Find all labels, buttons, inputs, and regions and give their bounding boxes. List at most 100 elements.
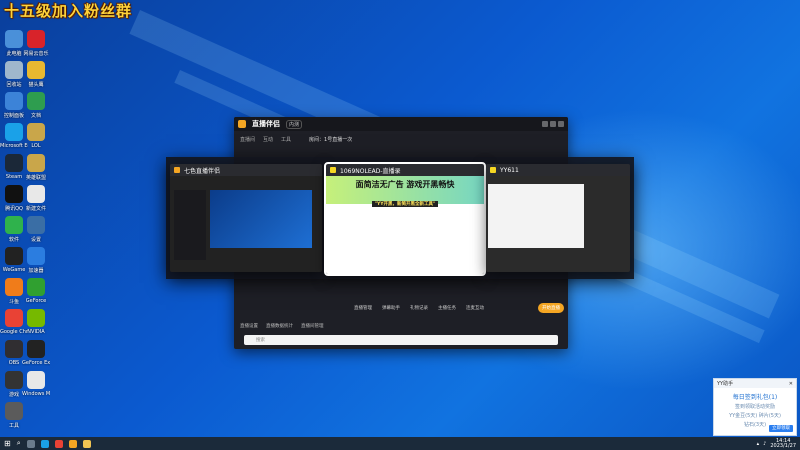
computer-icon xyxy=(5,30,23,48)
switcher-thumbnail-browser[interactable]: 1069NOLEAD-直播录 面简洁无广告 游戏开黑畅快 "YY开黑，新简开黑全… xyxy=(324,162,486,276)
document-icon xyxy=(27,92,45,110)
thumb-preview xyxy=(210,190,312,248)
desktop-shortcut[interactable]: GeForce Experience xyxy=(22,340,50,366)
toolbar-item[interactable]: 工具 xyxy=(281,136,291,143)
thumb-app-icon xyxy=(330,167,336,173)
desktop-shortcut-label: 工具 xyxy=(8,423,19,429)
desktop-shortcut-label: Windows Media xyxy=(22,391,50,397)
desktop-shortcut[interactable]: 设置 xyxy=(22,216,50,243)
thumb-title: 七色直播伴侣 xyxy=(184,167,221,175)
app-logo-icon xyxy=(238,120,246,128)
chrome-taskbar-icon[interactable] xyxy=(54,439,63,448)
start-live-button[interactable]: 开始直播 xyxy=(538,303,564,313)
close-icon[interactable] xyxy=(558,121,564,127)
nvidia-icon xyxy=(27,309,45,327)
desktop-shortcut[interactable]: 工具 xyxy=(0,402,28,429)
accelerator-icon xyxy=(27,247,45,265)
notification-title: 每日签到礼包(1) xyxy=(732,394,778,401)
desktop-shortcut[interactable]: 新建文件 xyxy=(22,185,50,212)
geforce-icon xyxy=(27,278,45,296)
tool-button[interactable]: 弹幕助手 xyxy=(382,305,400,311)
desktop-shortcut-label: 网易云音乐 xyxy=(23,51,49,57)
media-icon xyxy=(27,371,45,389)
footer-item[interactable]: 直播间管理 xyxy=(301,323,324,329)
switcher-thumbnail-live-companion[interactable]: 七色直播伴侣 xyxy=(170,164,322,272)
edge-icon xyxy=(5,123,23,141)
main-app-footer: 直播设置 直播数据统计 直播间管理 xyxy=(234,321,568,331)
obs-icon xyxy=(5,340,23,358)
desktop-shortcut[interactable]: 加速器 xyxy=(22,247,50,274)
notification-line: YY金豆(5天) 碎片(5天) xyxy=(729,413,781,419)
file-icon xyxy=(27,185,45,203)
notification-toast[interactable]: YY助手 ✕ 每日签到礼包(1) 签到领取活动奖励 YY金豆(5天) 碎片(5天… xyxy=(713,378,797,436)
switcher-thumbnail-yy[interactable]: YY611 xyxy=(486,164,630,272)
notification-line: 签到领取活动奖励 xyxy=(734,404,775,410)
tool-button[interactable]: 直播管理 xyxy=(354,305,372,311)
footer-item[interactable]: 直播数据统计 xyxy=(266,323,293,329)
desktop-shortcut-label: NVIDIA xyxy=(27,329,45,335)
windows-start-icon[interactable]: ⊞ xyxy=(4,439,11,448)
lol-icon xyxy=(27,123,45,141)
toolbar-item[interactable]: 互动 xyxy=(263,136,273,143)
desktop-shortcut-label: GeForce Experience xyxy=(22,360,50,366)
minimize-icon[interactable] xyxy=(542,121,548,127)
close-icon[interactable]: ✕ xyxy=(789,381,793,387)
recycle-bin-icon xyxy=(5,61,23,79)
desktop-shortcut[interactable]: 网易云音乐 xyxy=(22,30,50,57)
app-badge: 内测 xyxy=(286,119,303,129)
owl-icon xyxy=(27,61,45,79)
toolbar-item[interactable]: 直播间 xyxy=(240,136,255,143)
search-placeholder: 搜索 xyxy=(256,338,265,343)
main-app-bottom-toolbar: 直播管理 弹幕助手 礼物记录 主播任务 连麦互动 开始直播 xyxy=(354,297,564,319)
edge-taskbar-icon[interactable] xyxy=(40,439,49,448)
app-icon xyxy=(5,216,23,234)
volume-icon[interactable]: ♪ xyxy=(763,441,766,447)
desktop-shortcut-label: 英雄联盟 xyxy=(25,175,46,181)
thumb-title: 1069NOLEAD-直播录 xyxy=(340,167,401,175)
desktop-shortcut-label: LOL xyxy=(31,143,41,149)
desktop-shortcut[interactable]: NVIDIA xyxy=(22,309,50,335)
tool-button[interactable]: 主播任务 xyxy=(438,305,456,311)
settings-icon xyxy=(27,216,45,234)
desktop-shortcut[interactable]: GeForce xyxy=(22,278,50,304)
thumb-title: YY611 xyxy=(500,166,519,174)
desktop-shortcut-label: GeForce xyxy=(25,298,47,304)
desktop-shortcut[interactable]: 文档 xyxy=(22,92,50,119)
search-bar[interactable]: 搜索 xyxy=(244,335,558,345)
ad-banner: 面简洁无广告 游戏开黑畅快 "YY开黑，新简开黑全新工具" xyxy=(326,176,484,207)
desktop-shortcut-label: 加速器 xyxy=(28,268,44,274)
claim-button[interactable]: 立即领取 xyxy=(769,425,793,432)
task-view-icon[interactable] xyxy=(26,439,35,448)
wegame-icon xyxy=(5,247,23,265)
tool-icon xyxy=(5,402,23,420)
chrome-icon xyxy=(5,309,23,327)
tool-button[interactable]: 连麦互动 xyxy=(466,305,484,311)
taskbar: ⊞ ⌕ ▴ ♪ 14:14 2023/1/27 xyxy=(0,437,800,450)
window-controls xyxy=(540,121,564,127)
thumb-sidebar xyxy=(174,190,206,260)
maximize-icon[interactable] xyxy=(550,121,556,127)
footer-item[interactable]: 直播设置 xyxy=(240,323,258,329)
app-title: 直播伴侣 xyxy=(252,120,280,128)
thumb-app-icon xyxy=(490,167,496,173)
desktop-shortcut[interactable]: 猫头鹰 xyxy=(22,61,50,88)
desktop-shortcut[interactable]: 英雄联盟 xyxy=(22,154,50,181)
clock[interactable]: 14:14 2023/1/27 xyxy=(770,438,796,449)
steam-icon xyxy=(5,154,23,172)
tool-button[interactable]: 礼物记录 xyxy=(410,305,428,311)
desktop-shortcut-label: 猫头鹰 xyxy=(28,82,44,88)
search-icon[interactable]: ⌕ xyxy=(17,439,21,448)
app-taskbar-icon[interactable] xyxy=(68,439,77,448)
desktop-shortcut[interactable]: LOL xyxy=(22,123,50,149)
league-icon xyxy=(27,154,45,172)
clock-date: 2023/1/27 xyxy=(770,442,796,449)
desktop-shortcut[interactable]: Windows Media xyxy=(22,371,50,397)
room-name: 房间：1号直播一次 xyxy=(309,136,353,143)
desktop-shortcut-label: 文档 xyxy=(30,113,41,119)
thumb-preview xyxy=(488,184,584,248)
folder-taskbar-icon[interactable] xyxy=(82,439,91,448)
system-tray: ▴ ♪ 14:14 2023/1/27 xyxy=(757,438,796,449)
control-panel-icon xyxy=(5,92,23,110)
network-icon[interactable]: ▴ xyxy=(757,441,760,447)
netease-music-icon xyxy=(27,30,45,48)
